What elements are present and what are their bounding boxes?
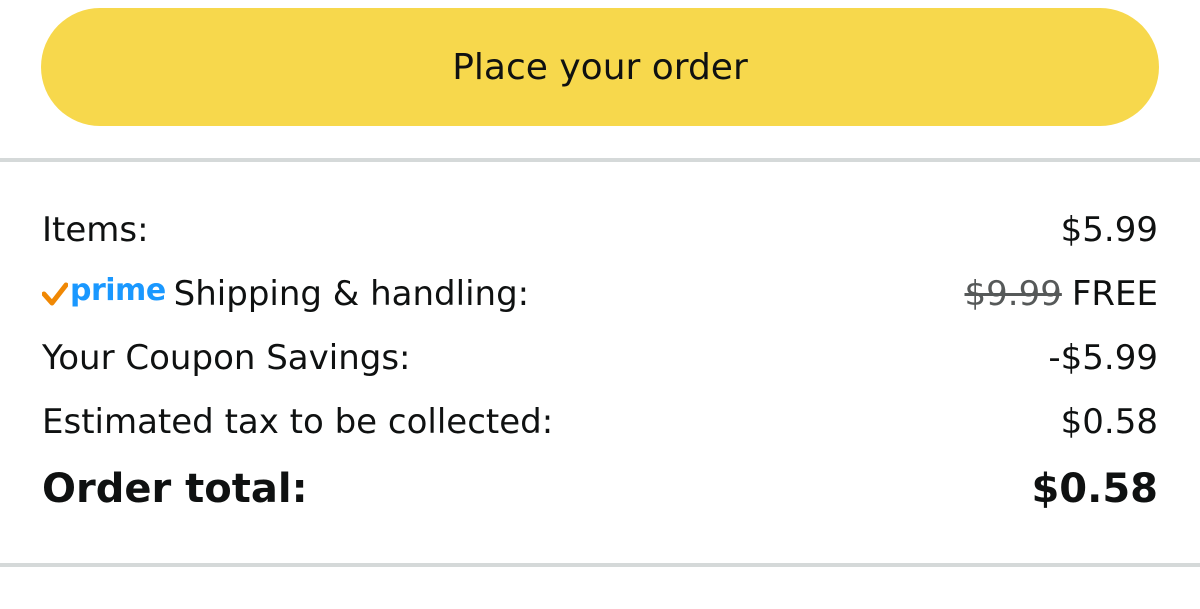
- total-value: $0.58: [1031, 466, 1158, 512]
- divider-bottom: [0, 563, 1200, 567]
- summary-row-items: Items: $5.99: [42, 198, 1158, 262]
- shipping-value: FREE: [1071, 274, 1158, 314]
- items-label: Items:: [42, 210, 149, 250]
- summary-row-tax: Estimated tax to be collected: $0.58: [42, 390, 1158, 454]
- prime-badge: prime: [42, 274, 166, 314]
- summary-row-coupon: Your Coupon Savings: -$5.99: [42, 326, 1158, 390]
- order-summary: Items: $5.99 prime Shipping & handling: …: [42, 198, 1158, 524]
- shipping-value-group: $9.99 FREE: [965, 277, 1159, 311]
- place-order-button[interactable]: Place your order: [41, 8, 1159, 126]
- checkout-summary-page: Place your order Items: $5.99 prime Ship…: [0, 0, 1200, 609]
- coupon-value: -$5.99: [1048, 338, 1158, 378]
- tax-value: $0.58: [1060, 402, 1158, 442]
- divider-top: [0, 158, 1200, 162]
- items-value: $5.99: [1060, 210, 1158, 250]
- summary-row-shipping: prime Shipping & handling: $9.99 FREE: [42, 262, 1158, 326]
- tax-label: Estimated tax to be collected:: [42, 402, 554, 442]
- coupon-label: Your Coupon Savings:: [42, 338, 411, 378]
- check-icon: [42, 281, 68, 307]
- shipping-label-group: prime Shipping & handling:: [42, 274, 529, 314]
- total-label: Order total:: [42, 466, 308, 512]
- shipping-label: Shipping & handling:: [173, 274, 530, 314]
- summary-row-total: Order total: $0.58: [42, 454, 1158, 524]
- prime-logo-text: prime: [70, 273, 166, 308]
- shipping-original-price: $9.99: [964, 274, 1062, 314]
